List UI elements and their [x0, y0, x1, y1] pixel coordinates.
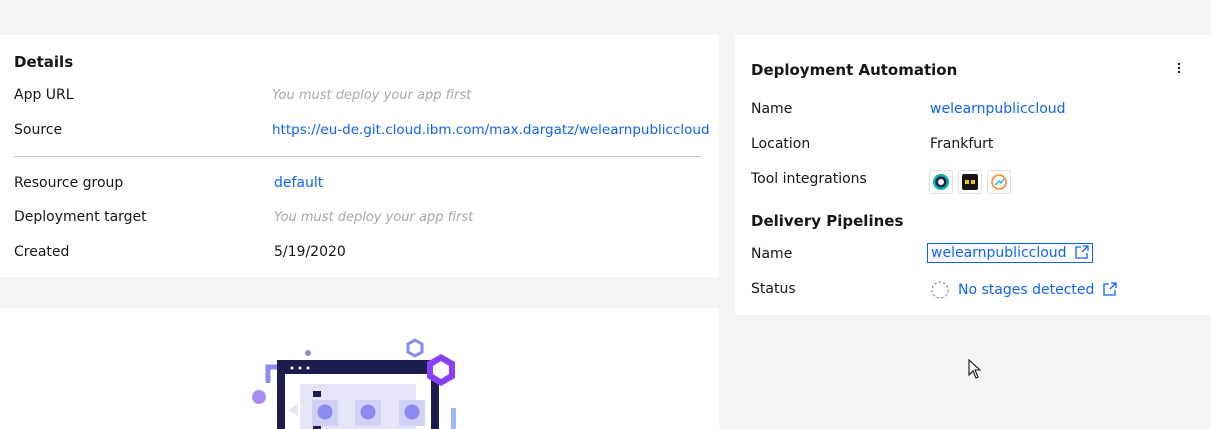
- status-value: No stages detected: [930, 280, 1117, 300]
- overflow-menu-icon[interactable]: [1171, 60, 1187, 76]
- automation-name-link[interactable]: welearnpubliccloud: [930, 101, 1066, 117]
- circular-tool-icon[interactable]: [929, 170, 953, 194]
- location-label: Location: [751, 136, 811, 152]
- app-url-value: You must deploy your app first: [272, 88, 472, 103]
- details-divider: [14, 156, 702, 157]
- pipeline-name-text: welearnpubliccloud: [931, 245, 1067, 261]
- launch-icon: [1103, 282, 1117, 296]
- tool-integrations-label: Tool integrations: [751, 171, 867, 187]
- deployment-target-label: Deployment target: [14, 209, 147, 225]
- deployment-automation-title: Deployment Automation: [751, 61, 958, 79]
- app-url-label: App URL: [14, 87, 74, 103]
- dark-tool-icon[interactable]: [958, 170, 982, 194]
- automation-name-label: Name: [751, 101, 793, 117]
- illustration-card: [0, 308, 719, 429]
- created-label: Created: [14, 244, 70, 260]
- location-value: Frankfurt: [930, 136, 994, 152]
- resource-group-label: Resource group: [14, 175, 124, 191]
- source-label: Source: [14, 122, 63, 138]
- status-label: Status: [751, 281, 796, 297]
- gauge-tool-icon[interactable]: [987, 170, 1011, 194]
- tool-integrations-list: [929, 170, 1016, 194]
- deployment-target-value: You must deploy your app first: [274, 210, 474, 225]
- details-title: Details: [14, 53, 74, 71]
- status-link[interactable]: No stages detected: [958, 282, 1117, 298]
- resource-group-link[interactable]: default: [274, 175, 323, 191]
- delivery-pipelines-title: Delivery Pipelines: [751, 212, 904, 230]
- pipeline-name-link[interactable]: welearnpubliccloud: [926, 243, 1094, 263]
- created-value: 5/19/2020: [274, 244, 346, 260]
- status-text: No stages detected: [958, 282, 1095, 298]
- deployment-automation-card: Deployment Automation Name welearnpublic…: [735, 35, 1211, 315]
- app-illustration: [252, 338, 456, 429]
- pending-status-icon: [931, 281, 949, 299]
- launch-icon: [1075, 245, 1089, 259]
- source-link[interactable]: https://eu-de.git.cloud.ibm.com/max.darg…: [272, 122, 710, 138]
- mouse-cursor-icon: [968, 359, 982, 379]
- details-card: Details App URL You must deploy your app…: [0, 35, 719, 277]
- pipeline-name-label: Name: [751, 246, 793, 262]
